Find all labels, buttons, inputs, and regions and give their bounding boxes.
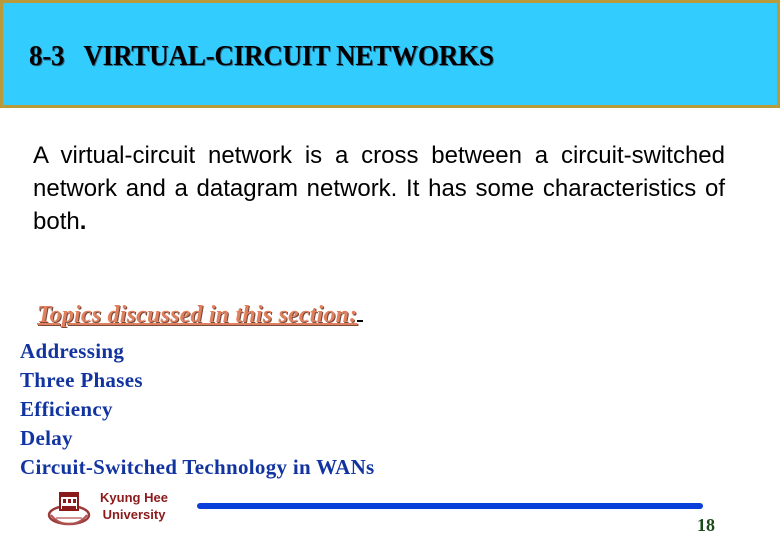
underline-tail [357,302,364,322]
topic-item: Addressing [20,339,125,363]
page-number: 18 [697,515,715,535]
footer-divider [197,503,703,509]
topic-item: Three Phases [20,368,143,392]
university-name-line1: Kyung Hee [100,490,168,505]
topics-heading: Topics discussed in this section: [37,302,364,329]
university-name-line2: University [102,507,166,522]
intro-paragraph: A virtual-circuit network is a cross bet… [33,139,725,238]
title-banner: 8-3 VIRTUAL-CIRCUIT NETWORKS [0,0,780,108]
university-name: Kyung Hee University [96,489,172,523]
intro-text: A virtual-circuit network is a cross bet… [33,142,725,235]
topic-item: Delay [20,426,73,450]
intro-period: . [79,208,87,235]
slide-title: 8-3 VIRTUAL-CIRCUIT NETWORKS [29,41,494,72]
topic-item: Efficiency [20,397,113,421]
topics-heading-text: Topics discussed in this section: [37,302,358,328]
topic-item: Circuit-Switched Technology in WANs [20,455,375,479]
topics-list: Addressing Three Phases Efficiency Delay… [20,337,375,482]
university-emblem-icon [47,492,91,526]
